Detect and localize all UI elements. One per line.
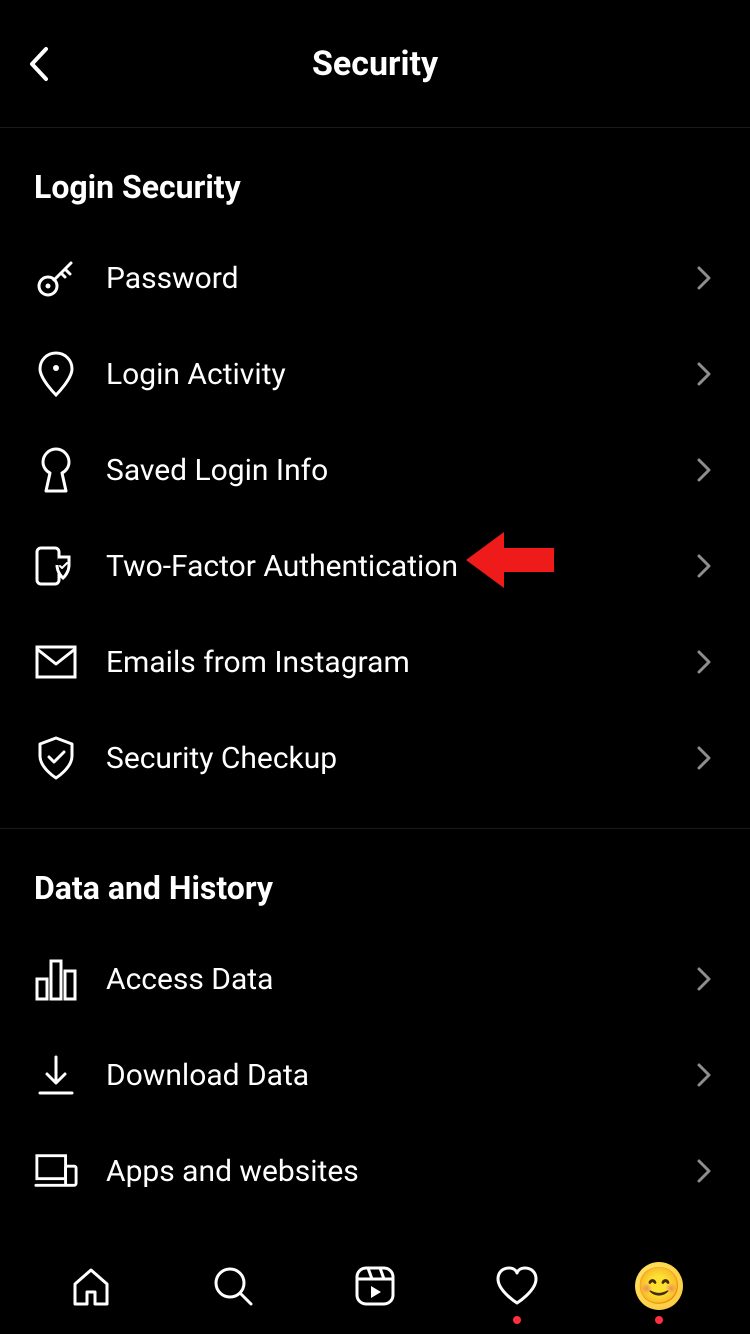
notification-dot (513, 1316, 521, 1324)
back-button[interactable] (18, 44, 58, 84)
list-item-emails-from-instagram[interactable]: Emails from Instagram (0, 614, 750, 710)
item-label: Security Checkup (106, 741, 692, 776)
item-label: Password (106, 261, 692, 296)
nav-search[interactable] (203, 1256, 263, 1316)
chevron-right-icon (692, 1063, 716, 1087)
download-icon (34, 1053, 78, 1097)
item-label: Two-Factor Authentication (106, 549, 692, 584)
item-label: Apps and websites (106, 1154, 692, 1189)
chevron-left-icon (27, 46, 49, 82)
list-item-two-factor-authentication[interactable]: Two-Factor Authentication (0, 518, 750, 614)
chevron-right-icon (692, 650, 716, 674)
list-item-security-checkup[interactable]: Security Checkup (0, 710, 750, 806)
list-item-clear-search-history[interactable]: Clear Search History (0, 1219, 750, 1238)
item-label: Emails from Instagram (106, 645, 692, 680)
reels-icon (353, 1264, 397, 1308)
chevron-right-icon (692, 746, 716, 770)
list-item-password[interactable]: Password (0, 230, 750, 326)
header: Security (0, 0, 750, 128)
item-label: Login Activity (106, 357, 692, 392)
chevron-right-icon (692, 554, 716, 578)
chevron-right-icon (692, 266, 716, 290)
heart-icon (494, 1265, 540, 1307)
item-label: Download Data (106, 1058, 692, 1093)
page-title: Security (312, 44, 438, 84)
nav-profile[interactable]: 😊 (629, 1256, 689, 1316)
home-icon (69, 1264, 113, 1308)
shield-check-icon (34, 736, 78, 780)
section-title-login-security: Login Security (0, 128, 750, 230)
key-icon (34, 256, 78, 300)
item-label: Access Data (106, 962, 692, 997)
chevron-right-icon (692, 1159, 716, 1183)
content: Login Security Password Login Activity (0, 128, 750, 1238)
nav-reels[interactable] (345, 1256, 405, 1316)
list-item-login-activity[interactable]: Login Activity (0, 326, 750, 422)
pin-icon (34, 352, 78, 396)
bottom-nav: 😊 (0, 1238, 750, 1334)
list-item-download-data[interactable]: Download Data (0, 1027, 750, 1123)
section-title-data-and-history: Data and History (0, 829, 750, 931)
shield-phone-icon (34, 544, 78, 588)
search-icon (211, 1264, 255, 1308)
list-item-saved-login-info[interactable]: Saved Login Info (0, 422, 750, 518)
keyhole-icon (34, 448, 78, 492)
chevron-right-icon (692, 362, 716, 386)
list-item-access-data[interactable]: Access Data (0, 931, 750, 1027)
nav-home[interactable] (61, 1256, 121, 1316)
item-label: Saved Login Info (106, 453, 692, 488)
list-item-apps-and-websites[interactable]: Apps and websites (0, 1123, 750, 1219)
chevron-right-icon (692, 458, 716, 482)
envelope-icon (34, 640, 78, 684)
chevron-right-icon (692, 967, 716, 991)
devices-icon (34, 1149, 78, 1193)
profile-avatar: 😊 (635, 1262, 683, 1310)
notification-dot (655, 1316, 663, 1324)
nav-activity[interactable] (487, 1256, 547, 1316)
bar-chart-icon (34, 957, 78, 1001)
